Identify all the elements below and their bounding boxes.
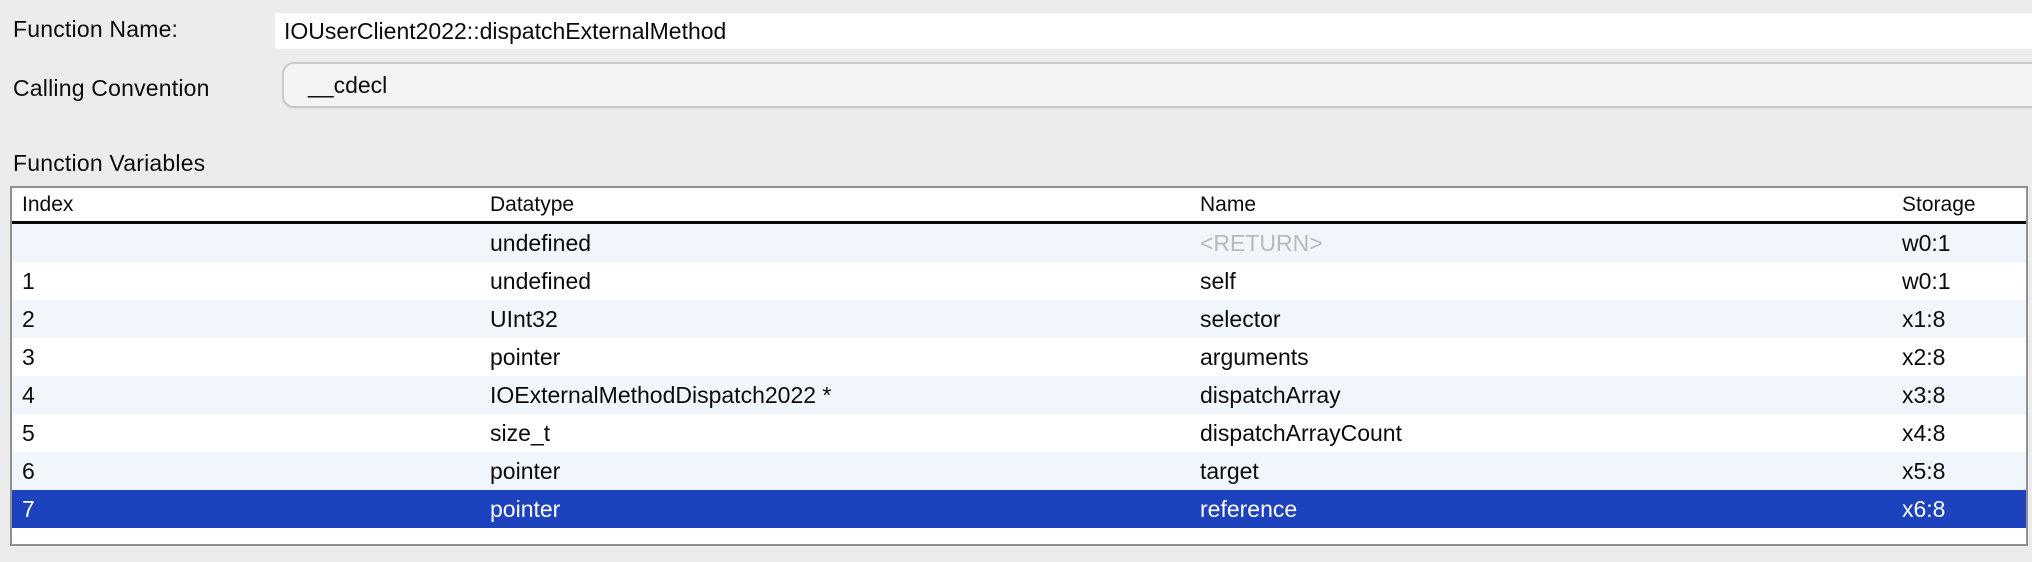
cell-storage: x1:8 (1902, 300, 2026, 338)
cell-index (12, 224, 490, 262)
cell-storage: x4:8 (1902, 414, 2026, 452)
function-name-input[interactable] (275, 13, 2032, 49)
function-variables-table: Index Datatype Name Storage undefined <R… (10, 186, 2028, 546)
table-row[interactable]: 1 undefined self w0:1 (12, 262, 2026, 300)
cell-name: reference (1200, 490, 1902, 528)
column-header-storage[interactable]: Storage (1902, 188, 2026, 221)
cell-name: <RETURN> (1200, 224, 1902, 262)
column-header-name[interactable]: Name (1200, 188, 1902, 221)
cell-index: 3 (12, 338, 490, 376)
function-name-label: Function Name: (13, 16, 178, 43)
cell-storage: w0:1 (1902, 224, 2026, 262)
table-row[interactable]: undefined <RETURN> w0:1 (12, 224, 2026, 262)
cell-datatype: UInt32 (490, 300, 1200, 338)
cell-storage: x5:8 (1902, 452, 2026, 490)
table-row[interactable]: 6 pointer target x5:8 (12, 452, 2026, 490)
table-row[interactable]: 5 size_t dispatchArrayCount x4:8 (12, 414, 2026, 452)
table-row[interactable]: 3 pointer arguments x2:8 (12, 338, 2026, 376)
cell-name: dispatchArray (1200, 376, 1902, 414)
table-row[interactable]: 4 IOExternalMethodDispatch2022 * dispatc… (12, 376, 2026, 414)
cell-name: arguments (1200, 338, 1902, 376)
table-header-row: Index Datatype Name Storage (12, 188, 2026, 224)
cell-datatype: size_t (490, 414, 1200, 452)
cell-datatype: undefined (490, 224, 1200, 262)
cell-index: 2 (12, 300, 490, 338)
cell-storage: x2:8 (1902, 338, 2026, 376)
function-variables-heading: Function Variables (13, 150, 205, 177)
cell-index: 1 (12, 262, 490, 300)
cell-storage: x3:8 (1902, 376, 2026, 414)
calling-convention-value: __cdecl (308, 72, 387, 99)
cell-index: 7 (12, 490, 490, 528)
column-header-index[interactable]: Index (12, 188, 490, 221)
table-body: undefined <RETURN> w0:1 1 undefined self… (12, 224, 2026, 528)
cell-storage: w0:1 (1902, 262, 2026, 300)
cell-datatype: pointer (490, 452, 1200, 490)
calling-convention-label: Calling Convention (13, 75, 210, 102)
cell-index: 4 (12, 376, 490, 414)
cell-datatype: pointer (490, 338, 1200, 376)
cell-storage: x6:8 (1902, 490, 2026, 528)
cell-name: selector (1200, 300, 1902, 338)
cell-datatype: IOExternalMethodDispatch2022 * (490, 376, 1200, 414)
cell-datatype: undefined (490, 262, 1200, 300)
cell-datatype: pointer (490, 490, 1200, 528)
cell-index: 5 (12, 414, 490, 452)
table-row[interactable]: 7 pointer reference x6:8 (12, 490, 2026, 528)
table-row[interactable]: 2 UInt32 selector x1:8 (12, 300, 2026, 338)
column-header-datatype[interactable]: Datatype (490, 188, 1200, 221)
cell-name: self (1200, 262, 1902, 300)
calling-convention-dropdown[interactable]: __cdecl (282, 62, 2032, 108)
cell-name: target (1200, 452, 1902, 490)
cell-name: dispatchArrayCount (1200, 414, 1902, 452)
cell-index: 6 (12, 452, 490, 490)
